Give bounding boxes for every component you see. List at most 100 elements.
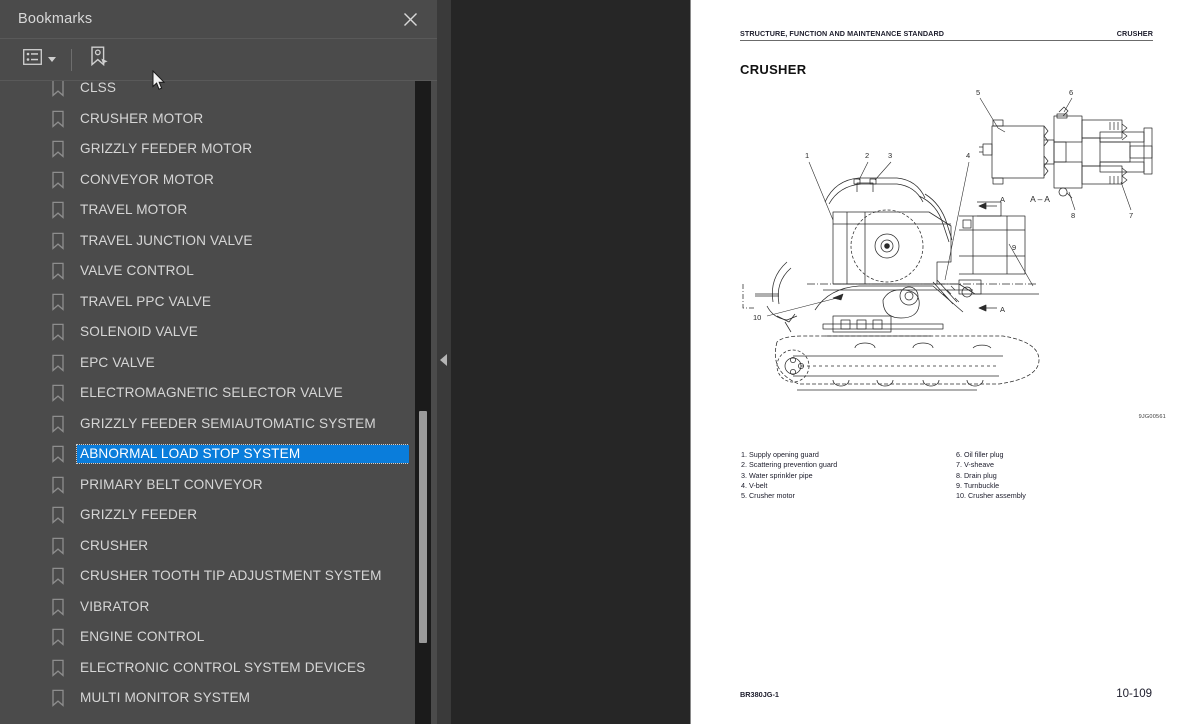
crusher-technical-diagram: 1 2 3 4 5 6 7 8 9 10 A A A – A [737, 84, 1157, 434]
bookmark-icon [52, 202, 64, 220]
parts-legend-left-column: 1. Supply opening guard 2. Scattering pre… [741, 450, 956, 501]
bookmark-item-label: GRIZZLY FEEDER [80, 507, 198, 523]
bookmark-icon [52, 507, 64, 525]
bookmark-item-label: ENGINE CONTROL [80, 629, 205, 645]
collapse-left-arrow-icon[interactable] [440, 354, 447, 366]
bookmark-item[interactable]: VALVE CONTROL [50, 256, 405, 287]
bookmark-icon [52, 354, 64, 372]
bookmarks-panel: Bookmarks CLSS CRUSHER MOTOR GRIZZLY FEE… [0, 0, 437, 724]
bookmark-item-label: EPC VALVE [80, 354, 155, 370]
legend-entry: 10. Crusher assembly [956, 491, 1026, 501]
bookmark-item[interactable]: GRIZZLY FEEDER [50, 500, 405, 531]
bookmark-item[interactable]: CRUSHER MOTOR [50, 104, 405, 135]
bookmarks-toolbar [0, 39, 437, 81]
bookmark-item[interactable]: ELECTRONIC CONTROL SYSTEM DEVICES [50, 653, 405, 684]
bookmark-item[interactable]: SOLENOID VALVE [50, 317, 405, 348]
header-left-text: STRUCTURE, FUNCTION AND MAINTENANCE STAN… [740, 29, 945, 38]
bookmarks-list-container: CLSS CRUSHER MOTOR GRIZZLY FEEDER MOTOR CON… [0, 81, 437, 724]
bookmark-icon [52, 476, 64, 494]
svg-text:A: A [1000, 195, 1005, 204]
bookmark-item-label: VALVE CONTROL [80, 263, 194, 279]
pdf-viewer-window: Bookmarks CLSS CRUSHER MOTOR GRIZZLY FEE… [0, 0, 1200, 724]
bookmarks-scrollbar[interactable] [409, 81, 437, 724]
bookmark-item[interactable]: TRAVEL PPC VALVE [50, 287, 405, 318]
bookmark-item[interactable]: CONVEYOR MOTOR [50, 165, 405, 196]
scrollbar-track[interactable] [415, 81, 431, 724]
machine-side-view [742, 177, 1040, 391]
scrollbar-thumb[interactable] [419, 411, 427, 643]
bookmark-icon [52, 141, 64, 159]
bookmark-options-button[interactable] [20, 46, 59, 74]
bookmark-item[interactable]: CLSS [50, 81, 405, 104]
legend-entry: 2. Scattering prevention guard [741, 460, 838, 470]
section-view-a-a [979, 106, 1153, 199]
svg-text:5: 5 [976, 88, 980, 97]
parts-legend-right-column: 6. Oil filler plug 7. V-sheave 8. Drain pl… [956, 450, 1026, 501]
close-icon[interactable] [397, 6, 423, 32]
svg-text:8: 8 [1071, 211, 1075, 220]
svg-text:2: 2 [865, 151, 869, 160]
bookmark-item[interactable]: MULTI MONITOR SYSTEM [50, 683, 405, 714]
legend-entry: 4. V-belt [741, 480, 768, 490]
bookmark-icon [52, 171, 64, 189]
bookmark-item-label: ABNORMAL LOAD STOP SYSTEM [75, 444, 437, 465]
legend-entry: 3. Water sprinkler pipe [741, 470, 813, 480]
svg-text:4: 4 [966, 151, 970, 160]
drawing-code: 9JG00561 [1138, 414, 1166, 420]
bookmark-icon [52, 324, 64, 342]
footer-page-number: 10-109 [1116, 688, 1152, 700]
bookmark-item-label: CONVEYOR MOTOR [80, 171, 215, 187]
bookmark-item-label: CLSS [80, 81, 117, 96]
bookmark-icon [52, 263, 64, 281]
svg-text:10: 10 [753, 313, 761, 322]
bookmark-icon [52, 110, 64, 128]
toolbar-divider [71, 48, 72, 71]
bookmark-item-label: CRUSHER TOOTH TIP ADJUSTMENT SYSTEM [80, 568, 382, 584]
bookmark-icon [52, 598, 64, 616]
legend-entry: 1. Supply opening guard [741, 450, 819, 459]
bookmark-icon [52, 537, 64, 555]
header-right-text: CRUSHER [1116, 29, 1153, 38]
callout-leaders-section [979, 97, 1132, 211]
bookmark-item-label: TRAVEL PPC VALVE [80, 293, 212, 309]
bookmark-item[interactable]: ABNORMAL LOAD STOP SYSTEM [50, 439, 437, 470]
bookmark-item[interactable]: VIBRATOR [50, 592, 405, 623]
bookmark-icon [52, 690, 64, 708]
bookmark-item[interactable]: CRUSHER TOOTH TIP ADJUSTMENT SYSTEM [50, 561, 405, 592]
svg-text:9: 9 [1012, 243, 1016, 252]
bookmark-icon [52, 629, 64, 647]
chevron-down-icon [48, 57, 56, 62]
bookmark-item[interactable]: CRUSHER [50, 531, 405, 562]
bookmark-item-label: MULTI MONITOR SYSTEM [80, 690, 251, 706]
bookmark-item[interactable]: GRIZZLY FEEDER MOTOR [50, 134, 405, 165]
footer-model-code: BR380JG-1 [740, 690, 779, 699]
bookmark-item[interactable]: TRAVEL JUNCTION VALVE [50, 226, 405, 257]
svg-text:3: 3 [888, 151, 892, 160]
bookmarks-panel-title: Bookmarks [18, 11, 93, 27]
bookmark-item[interactable]: TRAVEL MOTOR [50, 195, 405, 226]
bookmark-icon [52, 81, 64, 98]
new-bookmark-button[interactable] [86, 46, 112, 74]
legend-entry: 8. Drain plug [956, 470, 997, 480]
page-footer: BR380JG-1 10-109 [740, 688, 1152, 700]
document-page[interactable]: STRUCTURE, FUNCTION AND MAINTENANCE STAN… [690, 0, 1200, 724]
bookmark-item[interactable]: EPC VALVE [50, 348, 405, 379]
legend-entry: 6. Oil filler plug [956, 450, 1004, 459]
bookmark-item-label: VIBRATOR [80, 598, 150, 614]
bookmark-icon [52, 415, 64, 433]
bookmark-item[interactable]: ENGINE CONTROL [50, 622, 405, 653]
bookmark-item-label: GRIZZLY FEEDER MOTOR [80, 141, 253, 157]
bookmark-item-label: SOLENOID VALVE [80, 324, 198, 340]
bookmark-item[interactable]: PRIMARY BELT CONVEYOR [50, 470, 405, 501]
bookmark-item[interactable]: ELECTROMAGNETIC SELECTOR VALVE [50, 378, 405, 409]
legend-entry: 7. V-sheave [956, 460, 994, 470]
bookmark-icon [52, 385, 64, 403]
bookmark-item-label: TRAVEL MOTOR [80, 202, 188, 218]
legend-entry: 5. Crusher motor [741, 491, 795, 501]
bookmark-item[interactable]: GRIZZLY FEEDER SEMIAUTOMATIC SYSTEM [50, 409, 405, 440]
bookmark-item-label: ELECTROMAGNETIC SELECTOR VALVE [80, 385, 343, 401]
legend-entry: 9. Turnbuckle [956, 480, 1000, 490]
section-label: A – A [1030, 194, 1050, 204]
svg-text:7: 7 [1129, 211, 1133, 220]
bookmark-icon [52, 446, 64, 464]
